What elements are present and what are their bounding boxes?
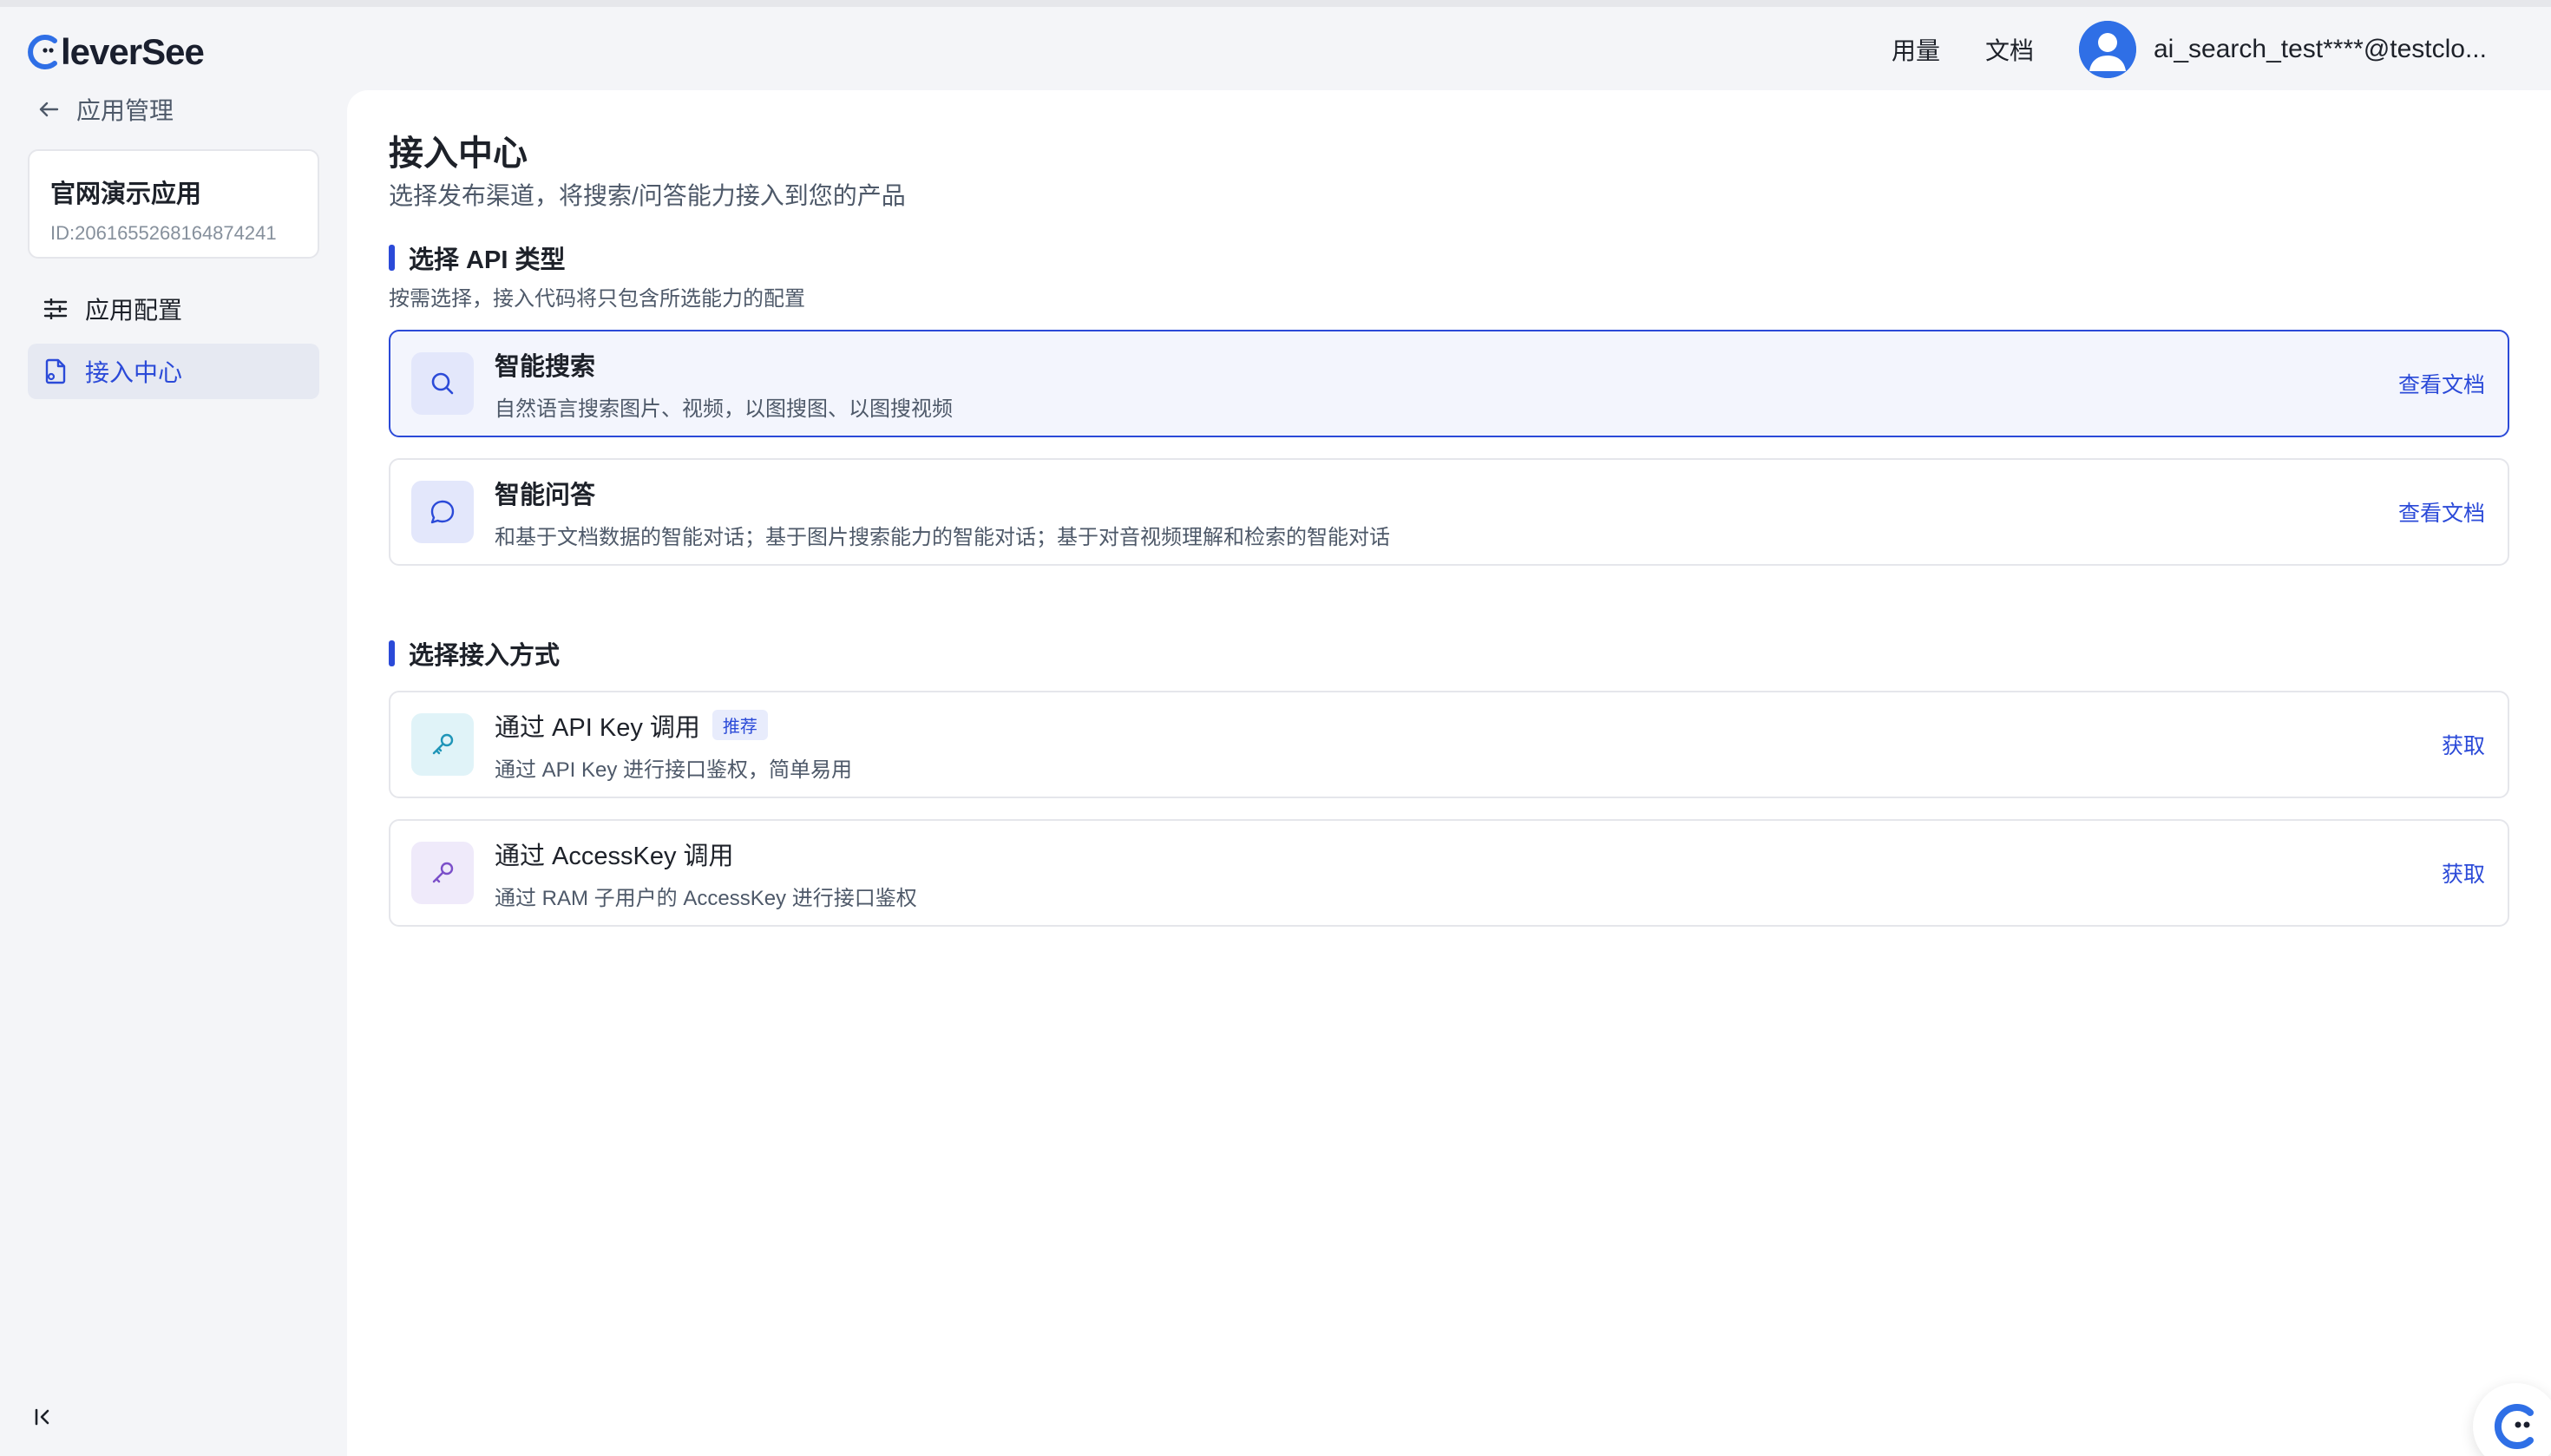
app-card: 官网演示应用 ID: 2061655268164874241	[28, 149, 319, 259]
main-panel: 接入中心 选择发布渠道，将搜索/问答能力接入到您的产品 选择 API 类型 按需…	[347, 90, 2551, 1456]
back-to-app-management[interactable]: 应用管理	[35, 92, 174, 127]
option-title-text: 通过 API Key 调用	[495, 713, 700, 742]
option-desc: 和基于文档数据的智能对话；基于图片搜索能力的智能对话；基于对音视频理解和检索的智…	[495, 525, 1390, 549]
option-text: 智能搜索 自然语言搜索图片、视频，以图搜图、以图搜视频	[495, 346, 2398, 422]
avatar[interactable]	[2079, 21, 2136, 78]
section-accent-bar	[389, 640, 395, 666]
collapse-left-icon	[35, 1408, 49, 1426]
document-icon	[45, 358, 66, 384]
header-link-usage[interactable]: 用量	[1892, 32, 1940, 67]
back-label: 应用管理	[76, 97, 174, 124]
api-option-smart-search[interactable]: 智能搜索 自然语言搜索图片、视频，以图搜图、以图搜视频 查看文档	[389, 330, 2509, 437]
get-api-key-link[interactable]: 获取	[2442, 729, 2485, 760]
option-title: 智能搜索	[495, 352, 596, 381]
page-title: 接入中心	[389, 134, 528, 173]
app-id-prefix: ID:	[50, 222, 75, 244]
option-desc: 自然语言搜索图片、视频，以图搜图、以图搜视频	[495, 397, 953, 421]
user-email: ai_search_test****@testclo...	[2154, 35, 2487, 63]
chat-bubble-icon	[430, 500, 455, 524]
section-title: 选择接入方式	[409, 642, 561, 670]
option-text: 通过 AccessKey 调用 通过 RAM 子用户的 AccessKey 进行…	[495, 836, 2442, 911]
app-name: 官网演示应用	[50, 180, 202, 208]
recommended-badge: 推荐	[712, 710, 768, 740]
get-accesskey-link[interactable]: 获取	[2442, 857, 2485, 889]
key-icon	[432, 733, 454, 755]
page-subtitle: 选择发布渠道，将搜索/问答能力接入到您的产品	[389, 182, 906, 209]
logo-text: leverSee	[61, 31, 205, 72]
app-id-value: 2061655268164874241	[75, 222, 277, 244]
app-id: ID: 2061655268164874241	[50, 222, 297, 245]
collapse-sidebar-button[interactable]	[30, 1404, 56, 1430]
floating-assistant-button[interactable]	[2473, 1383, 2551, 1456]
section-title: 选择 API 类型	[409, 246, 566, 274]
key-icon	[432, 862, 454, 883]
option-icon-box	[411, 713, 474, 776]
sidebar-item-app-config[interactable]: 应用配置	[28, 281, 319, 337]
user-menu[interactable]: ai_search_test****@testclo...	[2079, 21, 2501, 78]
view-docs-link[interactable]: 查看文档	[2398, 368, 2485, 399]
option-icon-box	[411, 842, 474, 904]
view-docs-link[interactable]: 查看文档	[2398, 496, 2485, 528]
sidebar-item-label: 应用配置	[85, 297, 183, 324]
search-icon	[431, 372, 454, 395]
api-option-smart-qa[interactable]: 智能问答 和基于文档数据的智能对话；基于图片搜索能力的智能对话；基于对音视频理解…	[389, 458, 2509, 566]
option-title: 智能问答	[495, 481, 596, 509]
cleversee-logo[interactable]: leverSee	[26, 26, 205, 78]
section-desc: 按需选择，接入代码将只包含所选能力的配置	[389, 287, 805, 311]
window-top-border	[0, 0, 2551, 7]
access-option-api-key[interactable]: 通过 API Key 调用 推荐 通过 API Key 进行接口鉴权，简单易用 …	[389, 691, 2509, 798]
option-title: 通过 API Key 调用 推荐	[495, 707, 2442, 744]
option-desc: 通过 RAM 子用户的 AccessKey 进行接口鉴权	[495, 886, 917, 910]
header-nav: 用量 文档 ai_search_test****@testclo...	[1892, 21, 2551, 78]
option-text: 智能问答 和基于文档数据的智能对话；基于图片搜索能力的智能对话；基于对音视频理解…	[495, 475, 2398, 550]
option-icon-box	[411, 481, 474, 543]
access-option-accesskey[interactable]: 通过 AccessKey 调用 通过 RAM 子用户的 AccessKey 进行…	[389, 819, 2509, 927]
sliders-icon	[43, 298, 68, 319]
arrow-left-icon	[39, 102, 59, 117]
sidebar: 应用管理 官网演示应用 ID: 2061655268164874241 应用配置…	[0, 83, 347, 1456]
option-text: 通过 API Key 调用 推荐 通过 API Key 进行接口鉴权，简单易用	[495, 707, 2442, 783]
option-icon-box	[411, 352, 474, 415]
section-accent-bar	[389, 245, 395, 271]
sidebar-item-label: 接入中心	[85, 359, 183, 386]
api-type-section-header: 选择 API 类型	[389, 239, 565, 276]
header-link-docs[interactable]: 文档	[1985, 32, 2034, 67]
logo-c-icon	[26, 33, 61, 71]
access-method-section-header: 选择接入方式	[389, 635, 560, 672]
user-avatar-icon	[2079, 21, 2136, 78]
assistant-logo-icon	[2494, 1404, 2534, 1449]
sidebar-item-access-center[interactable]: 接入中心	[28, 344, 319, 399]
option-desc: 通过 API Key 进行接口鉴权，简单易用	[495, 758, 853, 782]
option-title: 通过 AccessKey 调用	[495, 842, 734, 870]
